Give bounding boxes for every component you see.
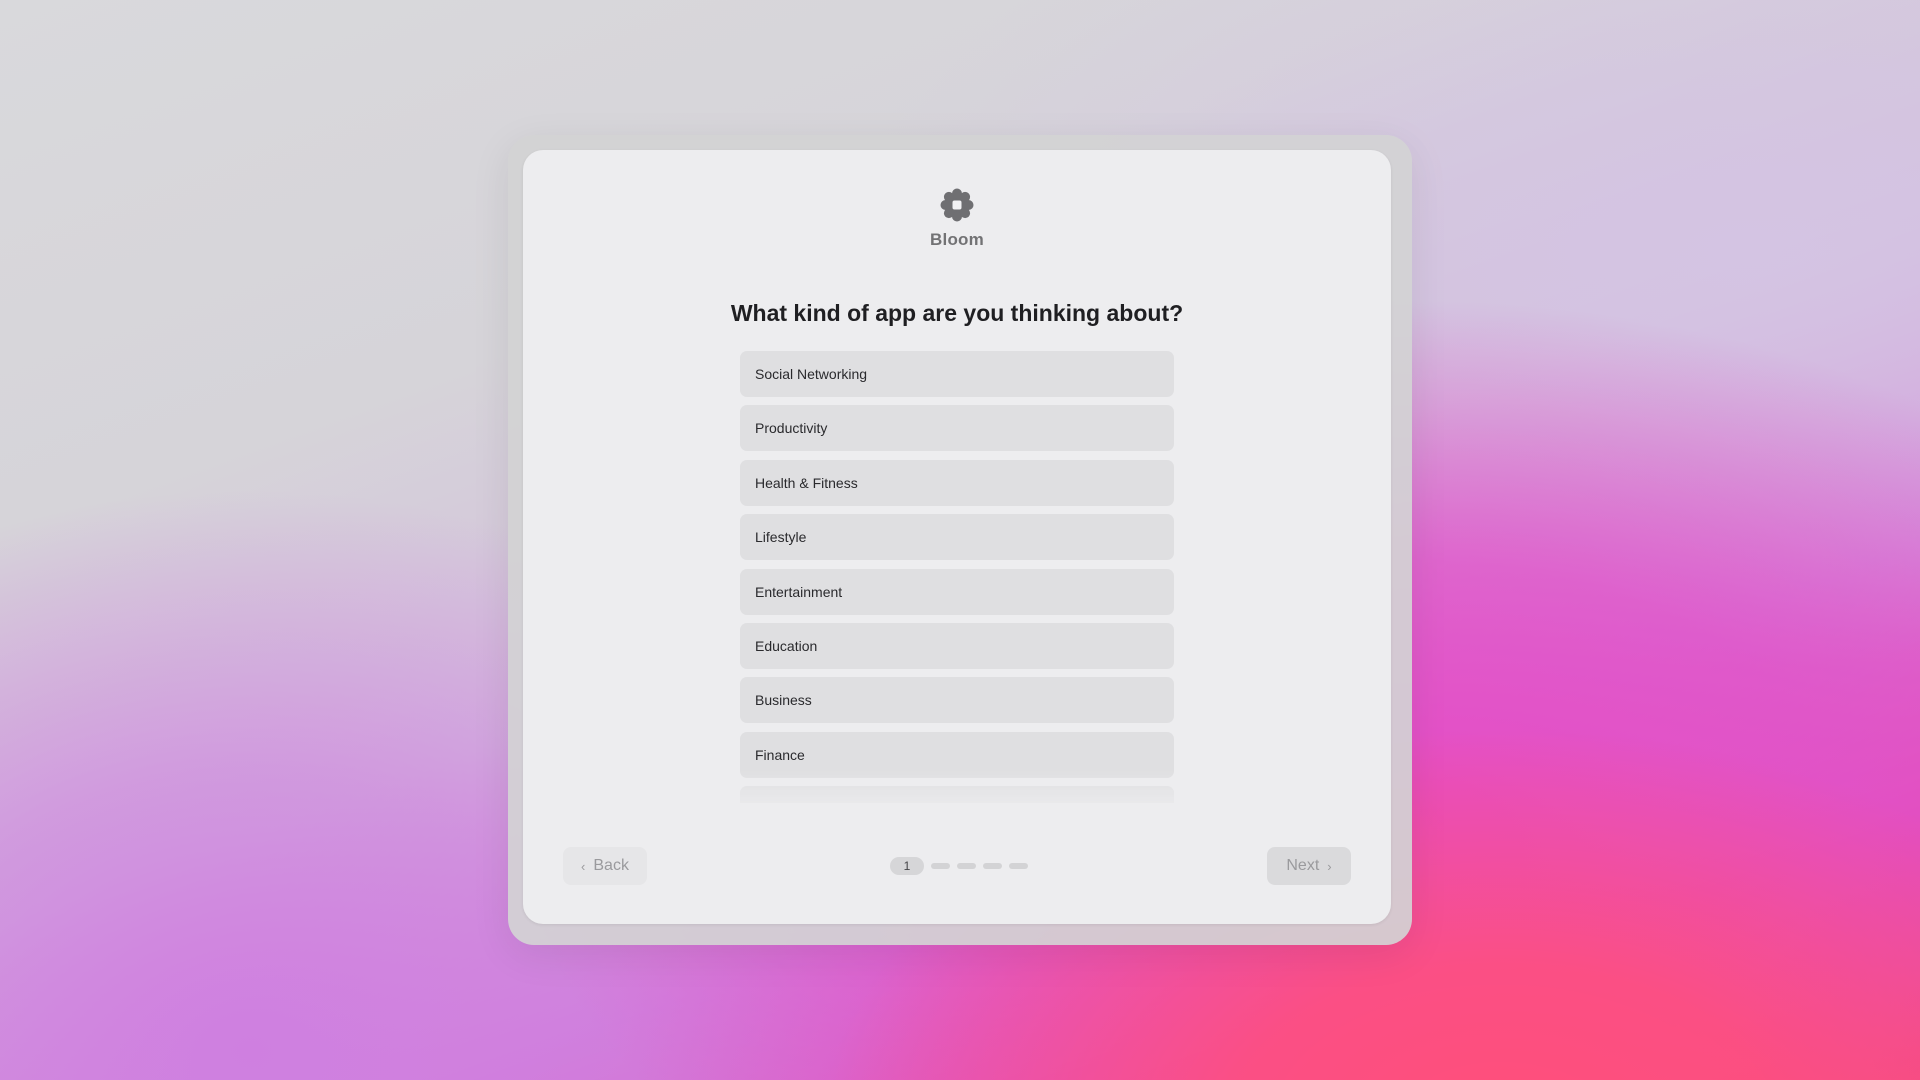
back-button[interactable]: ‹ Back: [563, 847, 647, 885]
chevron-left-icon: ‹: [581, 858, 586, 874]
page-indicator: 1: [890, 857, 1028, 875]
onboarding-card: Bloom What kind of app are you thinking …: [523, 150, 1391, 924]
page-indicator-current: 1: [890, 857, 924, 875]
option-food-drink[interactable]: Food & Drink: [740, 786, 1174, 803]
page-indicator-dot[interactable]: [931, 863, 950, 869]
window-frame: Bloom What kind of app are you thinking …: [508, 135, 1412, 945]
page-title: What kind of app are you thinking about?: [730, 300, 1184, 326]
app-name: Bloom: [930, 230, 984, 249]
option-lifestyle[interactable]: Lifestyle: [740, 514, 1174, 561]
option-finance[interactable]: Finance: [740, 731, 1174, 778]
chevron-right-icon: ›: [1327, 858, 1332, 874]
option-productivity[interactable]: Productivity: [740, 405, 1174, 452]
option-social-networking[interactable]: Social Networking: [740, 351, 1174, 397]
next-button-label: Next: [1286, 857, 1320, 874]
page-indicator-dot[interactable]: [957, 863, 976, 869]
back-button-label: Back: [593, 857, 629, 874]
next-button[interactable]: Next ›: [1267, 847, 1351, 885]
page-indicator-dot[interactable]: [1009, 863, 1028, 869]
option-education[interactable]: Education: [740, 622, 1174, 669]
option-entertainment[interactable]: Entertainment: [740, 568, 1174, 615]
option-business[interactable]: Business: [740, 677, 1174, 724]
category-list[interactable]: Social Networking Productivity Health & …: [740, 351, 1174, 803]
page-indicator-dot[interactable]: [983, 863, 1002, 869]
option-health-fitness[interactable]: Health & Fitness: [740, 459, 1174, 506]
flower-icon: [940, 188, 974, 222]
